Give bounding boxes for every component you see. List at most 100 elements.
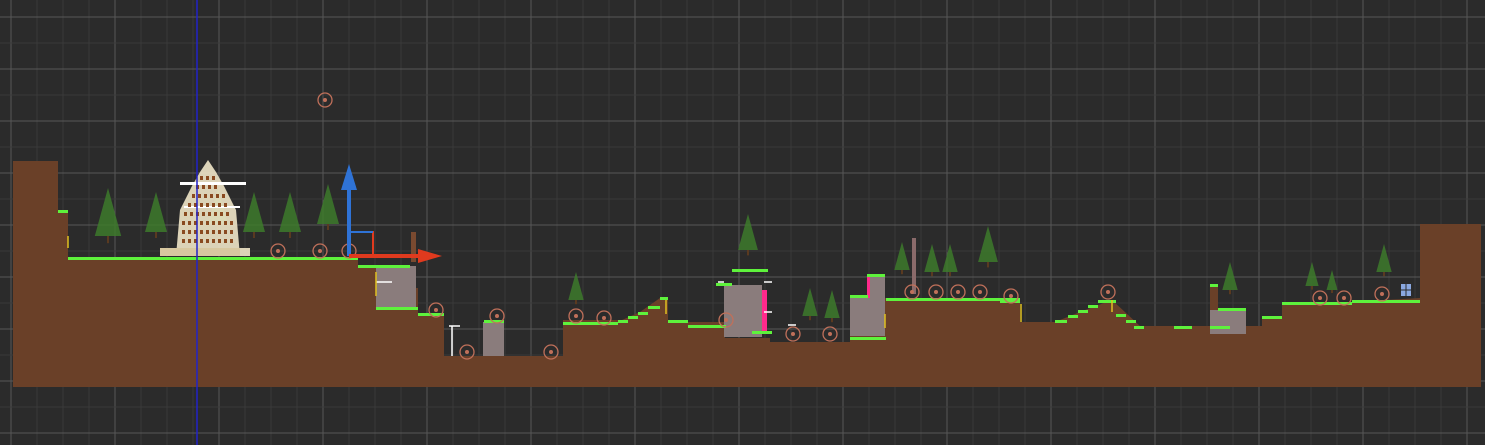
tree-canopy [1305,262,1319,286]
temple-window [202,212,205,216]
temple-window [224,221,227,225]
tree-trunk [831,318,833,323]
point-marker-icon [928,284,944,300]
scene-viewport[interactable] [0,0,1485,445]
grass-strip [1126,320,1136,323]
tree-canopy [317,184,339,224]
tree-trunk [1311,286,1313,290]
grass-strip [1068,315,1078,318]
tree-sprite-icon [1222,262,1238,295]
grass-strip [628,316,638,319]
grass-strip [1116,314,1126,317]
temple-window [184,212,187,216]
tree-canopy [145,192,167,232]
temple-window [206,230,209,234]
marker-dot [276,249,280,253]
marker-dot [1318,296,1322,300]
gizmo-plane-handle[interactable] [349,231,374,256]
marker-dot [323,98,327,102]
marker-dot [828,332,832,336]
window-sprite-icon [1401,284,1411,296]
temple-window [182,239,185,243]
tree-canopy [942,244,958,272]
temple-window [206,221,209,225]
tree-canopy [738,214,758,250]
marker-dot [1380,292,1384,296]
temple-window [224,239,227,243]
temple-window [206,203,209,207]
tree-sprite-icon [894,242,910,275]
tree-canopy [94,188,122,236]
temple-window [200,203,203,207]
grass-strip [752,331,772,334]
temple-window [192,194,195,198]
tree-trunk [575,300,577,305]
marker-dot [318,249,322,253]
tree-trunk [949,272,951,277]
temple-window [188,239,191,243]
tree-trunk [107,236,109,244]
tree-trunk [1383,272,1385,277]
tree-canopy [279,192,301,232]
tree-trunk [155,232,157,238]
tree-sprite-icon [1326,270,1338,293]
marker-dot [434,308,438,312]
temple-window [218,203,221,207]
marker-dot [1342,296,1346,300]
tree-canopy [243,192,265,232]
stone-ledge [1210,310,1246,334]
tree-canopy [894,242,910,270]
grass-strip [68,257,358,260]
temple-window [214,185,217,189]
point-marker-icon [972,284,988,300]
temple-window [182,230,185,234]
grass-strip [732,269,768,272]
tree-trunk [931,272,933,277]
marker-dot [602,316,606,320]
temple-window [216,194,219,198]
grass-strip [850,337,886,340]
marker-dot [574,314,578,318]
tree-trunk [987,262,989,268]
grass-strip [58,210,68,213]
temple-window [212,221,215,225]
tree-canopy [924,244,940,272]
temple-window [204,194,207,198]
tree-sprite-icon [94,188,122,244]
temple-window [212,176,215,180]
gizmo-y-arrow[interactable] [341,164,357,190]
grass-strip [886,298,1020,301]
grass-strip [850,295,868,298]
grass-strip [648,306,660,309]
grass-strip [1098,300,1116,303]
tree-sprite-icon [317,184,339,230]
temple-window [224,230,227,234]
tree-canopy [568,272,584,300]
temple-window [224,203,227,207]
temple-window [212,239,215,243]
temple-window [188,230,191,234]
temple-window [182,221,185,225]
marker-dot [1106,290,1110,294]
temple-window [206,239,209,243]
grass-strip [1210,326,1230,329]
tree-canopy [1326,270,1338,290]
temple-window [218,239,221,243]
temple-sprite [160,160,250,256]
temple-window [200,221,203,225]
grass-strip [1078,310,1088,313]
stone-step [376,266,416,308]
ground-terrain [13,161,1481,387]
level-canvas[interactable] [0,0,1485,445]
grass-strip [716,283,732,286]
grass-strip [1134,326,1144,329]
highlight-wall-2 [867,276,870,298]
marker-dot [934,290,938,294]
grass-strip [1055,320,1067,323]
tree-trunk [327,224,329,230]
marker-dot [978,290,982,294]
tree-trunk [253,232,255,238]
temple-window [208,185,211,189]
tree-sprite-icon [924,244,940,277]
tree-trunk [1229,290,1231,295]
